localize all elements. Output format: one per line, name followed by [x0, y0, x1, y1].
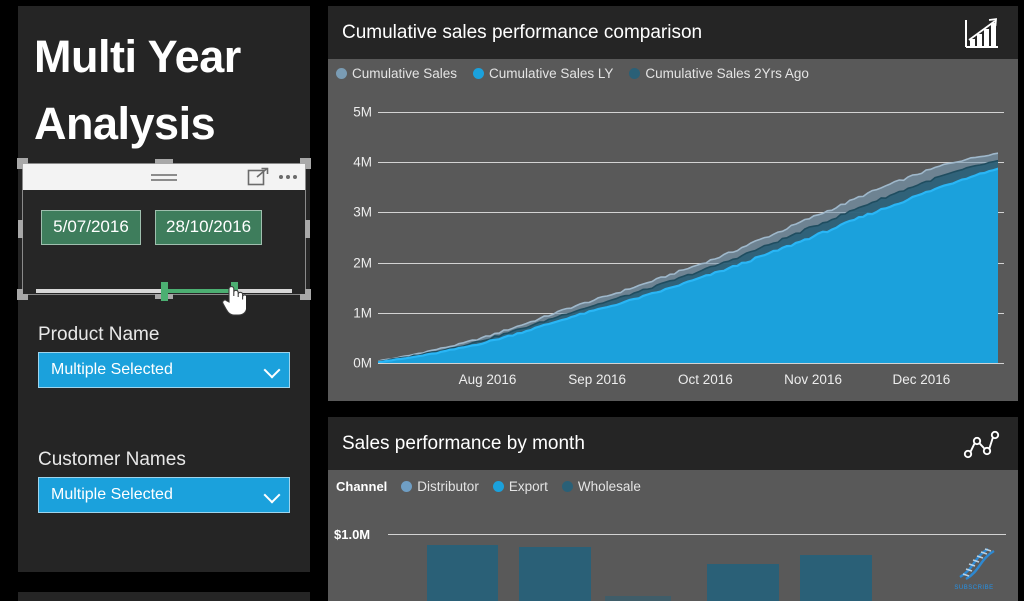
slider-handle-end[interactable] — [230, 282, 238, 301]
x-axis-tick-label: Dec 2016 — [892, 372, 951, 387]
area-series-group — [378, 112, 998, 363]
chart-legend: Cumulative Sales Cumulative Sales LY Cum… — [336, 66, 809, 81]
x-axis-tick-label: Sep 2016 — [568, 372, 626, 387]
card-title: Sales performance by month — [342, 432, 585, 454]
bar-column[interactable] — [605, 596, 671, 601]
powerbi-report-canvas: Multi Year Analysis 5/07/2016 28/10/2016… — [0, 0, 1024, 601]
legend-label: Cumulative Sales LY — [489, 66, 614, 81]
hamburger-icon[interactable] — [151, 173, 177, 181]
legend-item-cumulative-sales-2yrs[interactable]: Cumulative Sales 2Yrs Ago — [629, 66, 809, 81]
date-range-slider[interactable] — [36, 278, 292, 304]
card-header: Sales performance by month — [328, 417, 1018, 470]
gridline — [388, 534, 1006, 535]
chevron-down-icon — [265, 363, 279, 377]
bar-column[interactable] — [800, 555, 872, 601]
dna-helix-icon — [959, 547, 995, 581]
legend-swatch-icon — [401, 481, 413, 492]
legend-label: Cumulative Sales — [352, 66, 458, 81]
x-axis-tick-label: Nov 2016 — [784, 372, 842, 387]
sales-by-month-chart-card: Sales performance by month Channel Distr… — [328, 417, 1018, 601]
card-title: Cumulative sales performance comparison — [342, 21, 703, 43]
sidebar-panel-bottom — [18, 592, 310, 601]
page-title: Multi Year Analysis — [34, 31, 241, 149]
slicer-header-bar — [23, 164, 305, 190]
gridline — [378, 363, 1004, 364]
y-axis-tick-label: 0M — [353, 355, 372, 371]
legend-item-cumulative-sales[interactable]: Cumulative Sales — [336, 66, 457, 81]
bar-chart-growth-icon[interactable] — [962, 16, 1000, 50]
date-inputs-group: 5/07/2016 28/10/2016 — [41, 210, 263, 245]
watermark-label: SUBSCRIBE — [954, 585, 994, 591]
x-axis-tick-label: Oct 2016 — [677, 372, 733, 387]
y-axis: 0M 1M 2M 3M 4M 5M — [336, 105, 372, 371]
x-axis-tick-label: Aug 2016 — [458, 372, 517, 387]
customer-names-label: Customer Names — [38, 449, 186, 470]
legend-label: Cumulative Sales 2Yrs Ago — [645, 66, 809, 81]
end-date-field[interactable]: 28/10/2016 — [155, 210, 263, 245]
channel-legend: Channel Distributor Export Wholesale — [336, 479, 641, 494]
bar-column[interactable] — [707, 564, 779, 601]
slider-handle-start[interactable] — [161, 282, 169, 301]
legend-label: Export — [508, 479, 548, 494]
legend-title: Channel — [336, 479, 388, 494]
scatter-network-icon[interactable] — [962, 427, 1000, 461]
customer-names-value: Multiple Selected — [51, 486, 173, 503]
legend-item-distributor[interactable]: Distributor — [401, 479, 479, 494]
date-range-slicer-visual[interactable]: 5/07/2016 28/10/2016 — [17, 158, 311, 316]
legend-label: Distributor — [417, 479, 479, 494]
subscribe-watermark: SUBSCRIBE — [944, 535, 1004, 591]
y-axis-tick-label: 5M — [353, 104, 372, 120]
start-date-field[interactable]: 5/07/2016 — [41, 210, 141, 245]
legend-item-wholesale[interactable]: Wholesale — [561, 479, 641, 494]
customer-names-dropdown[interactable]: Multiple Selected — [38, 477, 290, 513]
slider-selected-range — [161, 289, 234, 293]
bar-column[interactable] — [519, 547, 591, 601]
legend-swatch-icon — [561, 481, 573, 492]
legend-label: Wholesale — [577, 479, 641, 494]
chart-plot-area: 0M 1M 2M 3M 4M 5M Aug 2016 Sep 2016 Oct 2016 Nov… — [336, 86, 1004, 401]
bar-series-group — [328, 541, 1018, 601]
card-header: Cumulative sales performance comparison — [328, 6, 1018, 59]
legend-swatch-icon — [492, 481, 504, 492]
slicer-body: 5/07/2016 28/10/2016 — [23, 190, 305, 316]
y-axis-tick-label: 4M — [353, 154, 372, 170]
bar-column[interactable] — [427, 545, 498, 601]
legend-item-cumulative-sales-ly[interactable]: Cumulative Sales LY — [473, 66, 613, 81]
more-options-icon[interactable] — [279, 175, 297, 179]
sidebar-panel: Multi Year Analysis 5/07/2016 28/10/2016… — [17, 6, 311, 572]
legend-swatch-icon — [473, 68, 485, 79]
legend-swatch-icon — [336, 68, 347, 79]
y-axis-tick-label: 3M — [353, 204, 372, 220]
product-name-dropdown[interactable]: Multiple Selected — [38, 352, 290, 388]
product-name-value: Multiple Selected — [51, 361, 173, 378]
focus-mode-icon[interactable] — [247, 167, 269, 187]
cumulative-sales-chart-card: Cumulative sales performance comparison … — [328, 6, 1018, 401]
chevron-down-icon — [265, 488, 279, 502]
y-axis-tick-label: 2M — [353, 255, 372, 271]
y-axis-tick-label: 1M — [353, 305, 372, 321]
x-axis: Aug 2016 Sep 2016 Oct 2016 Nov 2016 Dec 2016 — [378, 372, 1004, 392]
y-axis-tick-label: $1.0M — [334, 527, 371, 542]
product-name-label: Product Name — [38, 324, 160, 345]
legend-swatch-icon — [629, 68, 641, 79]
legend-item-export[interactable]: Export — [492, 479, 548, 494]
